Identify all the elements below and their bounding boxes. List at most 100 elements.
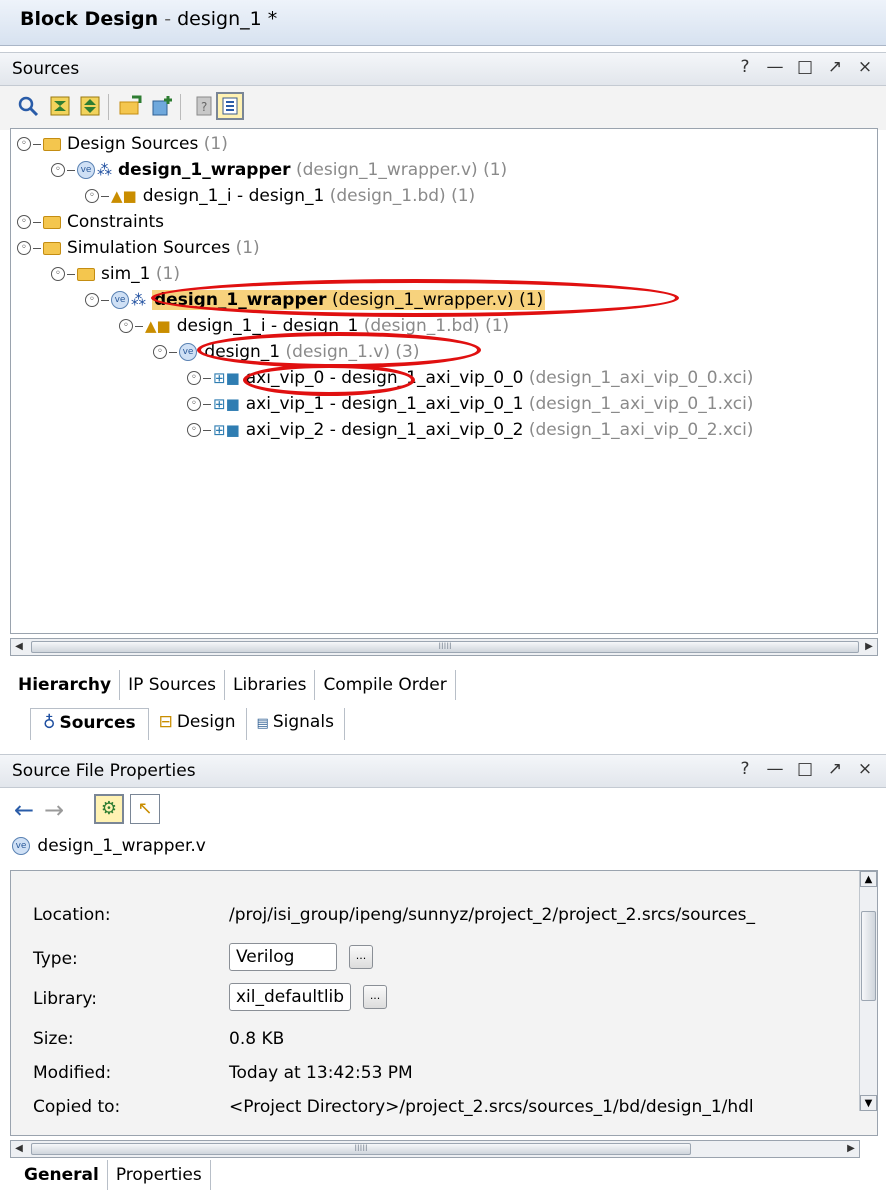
help-button[interactable]: ? [736,759,754,779]
tree-node-bd-design[interactable]: ◦ ▲■ design_1_i - design_1 (design_1.bd) (… [85,183,475,209]
properties-vertical-scrollbar[interactable]: ▲ ▼ [859,871,877,1111]
scroll-thumb[interactable] [861,911,876,1001]
tree-node-design-sources[interactable]: ◦ Design Sources (1) [17,131,228,157]
minimize-button[interactable]: — [766,57,784,77]
forward-arrow-icon[interactable]: → [44,796,64,824]
tab-label: Sources [59,713,136,733]
block-design-icon: ▲■ [111,187,137,205]
scroll-thumb[interactable]: IIIII [31,641,859,653]
close-button[interactable]: × [856,57,874,77]
size-value: 0.8 KB [229,1029,285,1049]
scroll-left-arrow-icon[interactable]: ◀ [11,1141,27,1157]
node-file: (design_1_axi_vip_0_2.xci) [528,420,754,440]
tab-compile-order[interactable]: Compile Order [315,670,456,700]
tree-node-axi-vip-2[interactable]: ◦ ⊞■ axi_vip_2 - design_1_axi_vip_0_2 (des… [187,417,753,443]
properties-file-name: ve design_1_wrapper.v [12,836,206,856]
type-browse-button[interactable]: ... [349,945,373,969]
scroll-right-arrow-icon[interactable]: ▶ [843,1141,859,1157]
window-title-separator: - [158,8,178,30]
scroll-left-arrow-icon[interactable]: ◀ [11,639,27,655]
tree-horizontal-scrollbar[interactable]: ◀ IIIII ▶ [10,638,878,656]
back-arrow-icon[interactable]: ← [14,796,34,824]
file-name-label: design_1_wrapper.v [37,836,206,856]
expander-icon[interactable]: ◦ [187,371,201,385]
library-field[interactable]: xil_defaultlib [229,983,352,1011]
expander-icon[interactable]: ◦ [51,163,65,177]
svg-text:?: ? [201,100,207,114]
maximize-button[interactable]: □ [796,57,814,77]
hierarchy-top-icon: ⁂ [97,161,112,179]
select-pointer-icon[interactable]: ↖ [130,794,160,824]
tab-sources[interactable]: ♁ Sources [30,708,149,740]
tree-node-wrapper-design[interactable]: ◦ ve ⁂ design_1_wrapper (design_1_wrapper.v… [51,157,507,183]
prop-label: Modified: [33,1063,112,1083]
expand-all-icon[interactable] [76,92,104,120]
folder-icon [77,267,95,281]
properties-horizontal-scrollbar[interactable]: ◀ IIIII ▶ [10,1140,860,1158]
tab-hierarchy[interactable]: Hierarchy [10,670,121,700]
properties-toolbar: ← → ⚙ ↖ [10,792,310,828]
tree-node-simulation-sources[interactable]: ◦ Simulation Sources (1) [17,235,260,261]
show-hierarchy-icon[interactable] [216,92,244,120]
float-button[interactable]: ↗ [826,57,844,77]
expander-icon[interactable]: ◦ [187,423,201,437]
minimize-button[interactable]: — [766,759,784,779]
expander-icon[interactable]: ◦ [17,215,31,229]
node-label: Simulation Sources [67,238,231,258]
hierarchy-top-icon: ⁂ [131,291,146,309]
sources-panel-header: Sources ? — □ ↗ × [0,52,886,86]
block-design-icon: ▲■ [145,317,171,335]
tree-node-sim-1[interactable]: ◦ sim_1 (1) [51,261,180,287]
scroll-right-arrow-icon[interactable]: ▶ [861,639,877,655]
auto-update-icon[interactable]: ⚙ [94,794,124,824]
properties-window-controls: ? — □ ↗ × [736,759,874,779]
tree-node-axi-vip-1[interactable]: ◦ ⊞■ axi_vip_1 - design_1_axi_vip_0_1 (des… [187,391,753,417]
sources-tree[interactable]: ◦ Design Sources (1) ◦ ve ⁂ design_1_wrapper… [10,128,878,634]
node-count: (1) [485,316,510,336]
scroll-down-arrow-icon[interactable]: ▼ [860,1095,877,1111]
node-name: axi_vip_1 - design_1_axi_vip_0_1 [245,394,524,414]
window-title-design: design_1 * [177,8,278,30]
expander-icon[interactable]: ◦ [85,189,99,203]
tab-signals[interactable]: ▤ Signals [247,708,345,740]
prop-modified: Modified: Today at 13:42:53 PM [33,1063,413,1083]
expander-icon[interactable]: ◦ [51,267,65,281]
node-count: (1) [203,134,228,154]
tab-libraries[interactable]: Libraries [225,670,316,700]
signals-tab-icon: ▤ [256,716,269,731]
expander-icon[interactable]: ◦ [187,397,201,411]
expander-icon[interactable]: ◦ [17,137,31,151]
library-browse-button[interactable]: ... [363,985,388,1009]
search-icon[interactable] [14,92,42,120]
expander-icon[interactable]: ◦ [85,293,99,307]
scroll-up-arrow-icon[interactable]: ▲ [860,871,877,887]
expander-icon[interactable]: ◦ [119,319,133,333]
tree-node-constraints[interactable]: ◦ Constraints [17,209,164,235]
node-name: axi_vip_2 - design_1_axi_vip_0_2 [245,420,524,440]
expander-icon[interactable]: ◦ [17,241,31,255]
collapse-all-icon[interactable] [46,92,74,120]
node-count: (1) [155,264,180,284]
tab-ip-sources[interactable]: IP Sources [120,670,226,700]
float-button[interactable]: ↗ [826,759,844,779]
window-tabs: ♁ Sources ⊟ Design ▤ Signals [30,708,345,740]
properties-icon[interactable]: ? [190,92,218,120]
prop-location: Location: /proj/isi_group/ipeng/sunnyz/p… [33,905,755,925]
node-file: (design_1_wrapper.v) [295,160,478,180]
prop-type: Type: Verilog... [33,943,633,979]
maximize-button[interactable]: □ [796,759,814,779]
prop-label: Type: [33,949,78,969]
tab-design[interactable]: ⊟ Design [149,708,247,740]
prop-label: Library: [33,989,97,1009]
node-file: (design_1_axi_vip_0_0.xci) [528,368,754,388]
verilog-file-icon: ve [12,837,30,855]
add-ip-icon[interactable] [148,92,176,120]
properties-content: Location: /proj/isi_group/ipeng/sunnyz/p… [10,870,878,1136]
close-button[interactable]: × [856,759,874,779]
add-sources-icon[interactable] [116,92,144,120]
prop-label: Copied to: [33,1097,121,1117]
help-button[interactable]: ? [736,57,754,77]
expander-icon[interactable]: ◦ [153,345,167,359]
scroll-thumb[interactable]: IIIII [31,1143,691,1155]
type-field[interactable]: Verilog [229,943,337,971]
